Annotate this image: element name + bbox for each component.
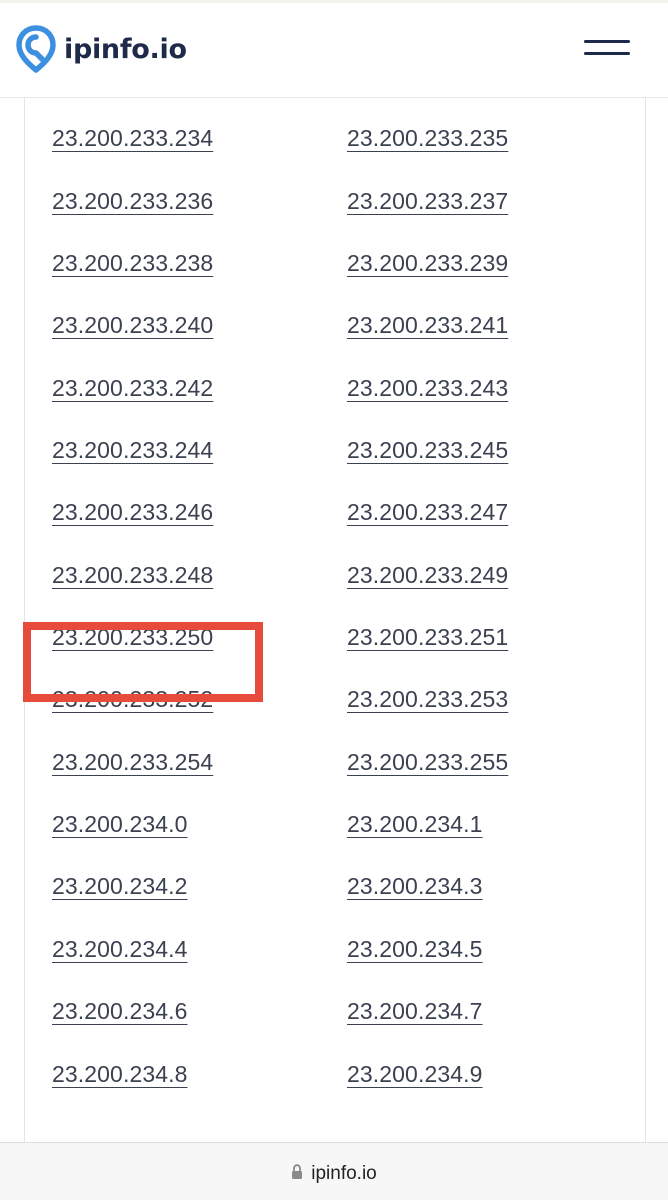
ip-row: 23.200.234.6 23.200.234.7 — [25, 997, 645, 1059]
logo-link[interactable]: ipinfo.io — [16, 25, 187, 73]
ip-address-link[interactable]: 23.200.233.236 — [52, 187, 213, 215]
ip-row: 23.200.234.0 23.200.234.1 — [25, 810, 645, 872]
ip-row: 23.200.233.254 23.200.233.255 — [25, 748, 645, 810]
hamburger-menu-icon[interactable] — [584, 38, 630, 60]
ip-row: 23.200.233.242 23.200.233.243 — [25, 374, 645, 436]
ip-address-link[interactable]: 23.200.233.248 — [52, 561, 213, 589]
ip-address-link[interactable]: 23.200.233.255 — [347, 748, 508, 776]
ip-address-link[interactable]: 23.200.233.251 — [347, 623, 508, 651]
ip-address-link[interactable]: 23.200.233.238 — [52, 249, 213, 277]
ip-address-link[interactable]: 23.200.233.243 — [347, 374, 508, 402]
ip-address-link[interactable]: 23.200.233.237 — [347, 187, 508, 215]
ip-row: 23.200.234.4 23.200.234.5 — [25, 935, 645, 997]
ip-row: 23.200.233.236 23.200.233.237 — [25, 187, 645, 249]
ip-address-link[interactable]: 23.200.234.7 — [347, 997, 483, 1025]
ip-address-link[interactable]: 23.200.234.5 — [347, 935, 483, 963]
ip-row: 23.200.234.2 23.200.234.3 — [25, 872, 645, 934]
ip-address-link[interactable]: 23.200.234.4 — [52, 935, 188, 963]
ip-address-link[interactable]: 23.200.233.247 — [347, 498, 508, 526]
ip-address-link[interactable]: 23.200.233.241 — [347, 311, 508, 339]
ip-row: 23.200.234.8 23.200.234.9 — [25, 1060, 645, 1122]
site-header: ipinfo.io — [0, 0, 668, 98]
ip-row: 23.200.233.238 23.200.233.239 — [25, 249, 645, 311]
ip-address-link[interactable]: 23.200.234.6 — [52, 997, 188, 1025]
ip-address-link[interactable]: 23.200.233.242 — [52, 374, 213, 402]
browser-address-bar[interactable]: ipinfo.io — [0, 1142, 668, 1200]
ip-row: 23.200.233.234 23.200.233.235 — [25, 124, 645, 186]
ip-address-link[interactable]: 23.200.233.240 — [52, 311, 213, 339]
ip-address-link[interactable]: 23.200.234.3 — [347, 872, 483, 900]
ip-row: 23.200.233.244 23.200.233.245 — [25, 436, 645, 498]
logo-text: ipinfo.io — [64, 33, 187, 65]
ip-list: 23.200.233.23223.200.233.23323.200.233.2… — [25, 98, 645, 1122]
address-display[interactable]: ipinfo.io — [0, 1163, 668, 1185]
ip-address-link[interactable]: 23.200.233.239 — [347, 249, 508, 277]
header-top-line — [0, 0, 668, 3]
ip-address-link[interactable]: 23.200.233.253 — [347, 685, 508, 713]
ip-address-link[interactable]: 23.200.234.9 — [347, 1060, 483, 1088]
map-pin-icon — [16, 25, 56, 73]
ip-address-link[interactable]: 23.200.234.2 — [52, 872, 188, 900]
ip-address-link[interactable]: 23.200.234.8 — [52, 1060, 188, 1088]
ip-address-link[interactable]: 23.200.233.244 — [52, 436, 213, 464]
ip-address-link[interactable]: 23.200.234.1 — [347, 810, 483, 838]
ip-address-link[interactable]: 23.200.233.246 — [52, 498, 213, 526]
ip-address-link[interactable]: 23.200.233.250 — [52, 623, 213, 651]
ip-row: 23.200.233.246 23.200.233.247 — [25, 498, 645, 560]
ip-row: 23.200.233.250 23.200.233.251 — [25, 623, 645, 685]
ip-address-link[interactable]: 23.200.233.234 — [52, 124, 213, 152]
ip-address-link[interactable]: 23.200.233.252 — [52, 685, 213, 713]
ip-row: 23.200.233.23223.200.233.233 — [25, 98, 645, 124]
address-url: ipinfo.io — [311, 1163, 377, 1184]
ip-address-link[interactable]: 23.200.233.245 — [347, 436, 508, 464]
ip-address-link[interactable]: 23.200.234.0 — [52, 810, 188, 838]
ip-row: 23.200.233.252 23.200.233.253 — [25, 685, 645, 747]
ip-address-link[interactable]: 23.200.233.235 — [347, 124, 508, 152]
ip-address-link[interactable]: 23.200.233.254 — [52, 748, 213, 776]
ip-address-link[interactable]: 23.200.233.249 — [347, 561, 508, 589]
lock-icon — [292, 1164, 303, 1179]
menu-bar-top — [584, 40, 630, 43]
ip-list-container: 23.200.233.23223.200.233.23323.200.233.2… — [24, 98, 646, 1142]
menu-bar-bottom — [584, 52, 630, 55]
ip-row: 23.200.233.248 23.200.233.249 — [25, 561, 645, 623]
page: ipinfo.io 23.200.233.23223.200.233.23323… — [0, 0, 668, 1200]
ip-row: 23.200.233.240 23.200.233.241 — [25, 311, 645, 373]
